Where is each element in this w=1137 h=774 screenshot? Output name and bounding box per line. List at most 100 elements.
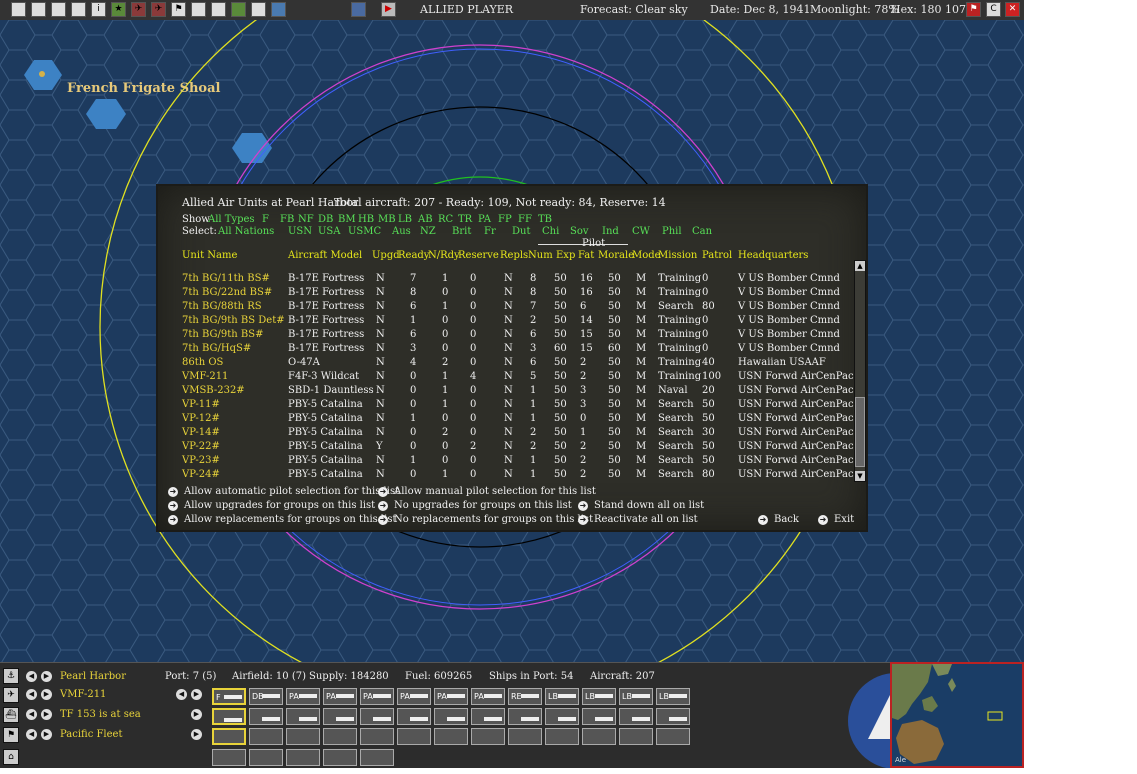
next-fleet-slot-icon[interactable]: ▶ <box>191 729 202 740</box>
next-slot-icon[interactable]: ▶ <box>191 689 202 700</box>
next-air-unit-icon[interactable]: ▶ <box>41 689 52 700</box>
air-slot[interactable]: F <box>212 688 246 705</box>
prev-slot-icon[interactable]: ◀ <box>176 689 187 700</box>
table-row[interactable]: 7th BG/9th BS# B-17E Fortress N 6 0 0 N 6 50 15 50… <box>158 329 848 343</box>
c-icon[interactable]: C <box>986 2 1001 17</box>
table-row[interactable]: 7th BG/9th BS Det# B-17E Fortress N 1 0 0 N 2 50… <box>158 315 848 329</box>
aircraft-icon[interactable]: ✈ <box>151 2 166 17</box>
allow-repls-option[interactable]: ➜ Allow replacements for groups on this l… <box>168 514 397 525</box>
table-row[interactable]: 7th BG/22nd BS# B-17E Fortress N 8 0 0 N 8 50 16 5… <box>158 287 848 301</box>
command-slot[interactable] <box>471 728 505 745</box>
command-slot[interactable] <box>323 728 357 745</box>
anchor-icon[interactable]: ⚓ <box>3 668 19 684</box>
column-header[interactable]: Unit Name <box>182 250 237 261</box>
show-type-filter[interactable]: FP <box>498 214 512 225</box>
table-cell[interactable]: VP-11# <box>182 399 220 410</box>
nation-filter[interactable]: USA <box>318 226 341 237</box>
misc-slot[interactable] <box>286 749 320 766</box>
command-slot[interactable] <box>619 728 653 745</box>
nation-filter[interactable]: Dut <box>512 226 530 237</box>
column-header[interactable]: Aircraft Model <box>288 250 362 261</box>
column-header[interactable]: Mission <box>658 250 697 261</box>
show-type-filter[interactable]: F <box>262 214 269 225</box>
no-upgrades-option[interactable]: ➜ No upgrades for groups on this list <box>378 500 572 511</box>
air-slot[interactable]: PA <box>471 688 505 705</box>
table-cell[interactable]: VMF-211 <box>182 371 228 382</box>
ship-slot[interactable] <box>471 708 505 725</box>
ship-slot[interactable] <box>582 708 616 725</box>
nation-filter[interactable]: NZ <box>420 226 436 237</box>
scroll-up-icon[interactable]: ▲ <box>855 261 865 271</box>
air-slot[interactable]: PA <box>360 688 394 705</box>
column-header[interactable]: Headquarters <box>738 250 808 261</box>
table-cell[interactable]: VP-23# <box>182 455 220 466</box>
table-row[interactable]: VP-23# PBY-5 Catalina N 1 0 0 N 1 50 2 50 M Search 50… <box>158 455 854 469</box>
prev-fleet-icon[interactable]: ◀ <box>26 729 37 740</box>
show-type-filter[interactable]: HB <box>358 214 374 225</box>
table-cell[interactable]: VP-12# <box>182 413 220 424</box>
prev-air-unit-icon[interactable]: ◀ <box>26 689 37 700</box>
reactivate-option[interactable]: ➜ Reactivate all on list <box>578 514 698 525</box>
nation-filter[interactable]: USN <box>288 226 312 237</box>
show-type-filter[interactable]: TB <box>538 214 552 225</box>
command-slot[interactable] <box>286 728 320 745</box>
show-type-filter[interactable]: DB <box>318 214 333 225</box>
table-row[interactable]: VMSB-232# SBD-1 Dauntless N 0 1 0 N 1 50 3 50 M Nava… <box>158 385 854 399</box>
air-slot[interactable]: PA <box>323 688 357 705</box>
air-slot[interactable]: PA <box>434 688 468 705</box>
nation-filter[interactable]: Phil <box>662 226 682 237</box>
column-header[interactable]: Repls <box>500 250 528 261</box>
prev-base-icon[interactable]: ◀ <box>26 671 37 682</box>
route-icon[interactable] <box>211 2 226 17</box>
back-button[interactable]: ➜ Back <box>758 514 799 525</box>
prev-tf-icon[interactable]: ◀ <box>26 709 37 720</box>
report-icon[interactable] <box>71 2 86 17</box>
column-header[interactable]: Num <box>528 250 553 261</box>
table-row[interactable]: 7th BG/11th BS# B-17E Fortress N 7 1 0 N 8 50 16 5… <box>158 273 848 287</box>
table-row[interactable]: VP-12# PBY-5 Catalina N 1 0 0 N 1 50 0 50 M Search 50… <box>158 413 854 427</box>
nation-filter[interactable]: Chi <box>542 226 559 237</box>
table-row[interactable]: VP-11# PBY-5 Catalina N 0 1 0 N 1 50 3 50 M Search 50… <box>158 399 854 413</box>
table-row[interactable]: 7th BG/88th RS B-17E Fortress N 6 1 0 N 7 50 6 50 M… <box>158 301 848 315</box>
command-slot[interactable] <box>212 728 246 745</box>
auto-pilot-option[interactable]: ➜ Allow automatic pilot selection for thi… <box>168 486 399 497</box>
table-cell[interactable]: 7th BG/22nd BS# <box>182 287 272 298</box>
column-header[interactable]: Ready <box>398 250 429 261</box>
table-cell[interactable]: VP-22# <box>182 441 220 452</box>
flag-icon[interactable]: ⚑ <box>3 727 19 743</box>
close-icon[interactable]: ✕ <box>1005 2 1020 17</box>
globe-icon[interactable] <box>271 2 286 17</box>
table-cell[interactable]: VMSB-232# <box>182 385 245 396</box>
table-row[interactable]: 7th BG/HqS# B-17E Fortress N 3 0 0 N 3 60 15 60 M Tr… <box>158 343 848 357</box>
show-type-filter[interactable]: RC <box>438 214 453 225</box>
ship-slot[interactable] <box>434 708 468 725</box>
nation-filter[interactable]: Aus <box>392 226 411 237</box>
misc-slot[interactable] <box>323 749 357 766</box>
new-game-icon[interactable] <box>11 2 26 17</box>
mini-map[interactable]: Ale <box>890 662 1024 768</box>
end-turn-icon[interactable]: ▶ <box>381 2 396 17</box>
command-slot[interactable] <box>397 728 431 745</box>
command-slot[interactable] <box>249 728 283 745</box>
nation-filter[interactable]: CW <box>632 226 650 237</box>
table-scrollbar[interactable]: ▲ ▼ <box>854 260 866 482</box>
column-header[interactable]: Exp <box>556 250 575 261</box>
aircraft-icon[interactable]: ✈ <box>3 687 19 703</box>
document-icon[interactable] <box>31 2 46 17</box>
show-type-filter[interactable]: PA <box>478 214 491 225</box>
air-slot[interactable]: PA <box>397 688 431 705</box>
fleet-name[interactable]: Pacific Fleet <box>60 729 122 740</box>
air-slot[interactable]: LB <box>656 688 690 705</box>
toggle-icon[interactable] <box>51 2 66 17</box>
show-type-filter[interactable]: FB <box>280 214 294 225</box>
info-icon[interactable]: i <box>91 2 106 17</box>
show-type-filter[interactable]: AB <box>418 214 433 225</box>
show-type-filter[interactable]: FF <box>518 214 532 225</box>
misc-slot[interactable] <box>212 749 246 766</box>
ship-slot[interactable] <box>323 708 357 725</box>
nation-filter[interactable]: All Nations <box>218 226 274 237</box>
column-header[interactable]: Mode <box>632 250 661 261</box>
air-slot[interactable]: LB <box>545 688 579 705</box>
table-cell[interactable]: 7th BG/HqS# <box>182 343 251 354</box>
task-force-status[interactable]: TF 153 is at sea <box>60 709 141 720</box>
